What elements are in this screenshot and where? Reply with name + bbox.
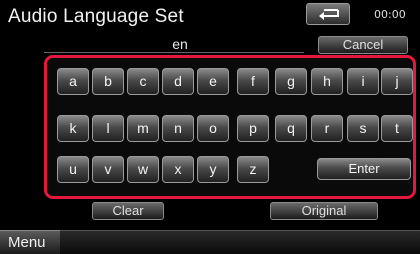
key-l[interactable]: l — [92, 115, 124, 142]
key-q[interactable]: q — [275, 115, 307, 142]
key-n[interactable]: n — [162, 115, 194, 142]
key-r[interactable]: r — [311, 115, 343, 142]
enter-button[interactable]: Enter — [317, 158, 411, 180]
key-k[interactable]: k — [57, 115, 89, 142]
footer-bar — [60, 230, 420, 254]
key-a[interactable]: a — [57, 68, 89, 95]
key-z[interactable]: z — [237, 156, 269, 183]
return-arrow-icon — [319, 9, 339, 20]
key-y[interactable]: y — [197, 156, 229, 183]
key-v[interactable]: v — [92, 156, 124, 183]
page-title: Audio Language Set — [8, 6, 184, 27]
key-u[interactable]: u — [57, 156, 89, 183]
key-b[interactable]: b — [92, 68, 124, 95]
clear-button[interactable]: Clear — [92, 202, 164, 220]
menu-button[interactable]: Menu — [0, 230, 60, 254]
audio-language-set-screen: Audio Language Set 00:00 en Cancel a b c… — [0, 0, 420, 254]
cancel-button[interactable]: Cancel — [318, 36, 408, 54]
key-o[interactable]: o — [197, 115, 229, 142]
key-m[interactable]: m — [127, 115, 159, 142]
key-h[interactable]: h — [311, 68, 343, 95]
keyboard: a b c d e f g h i j k l m n o p q r s t … — [44, 55, 416, 199]
key-j[interactable]: j — [381, 68, 413, 95]
input-underline — [44, 52, 304, 53]
key-w[interactable]: w — [127, 156, 159, 183]
key-i[interactable]: i — [347, 68, 379, 95]
original-button[interactable]: Original — [270, 202, 378, 220]
key-d[interactable]: d — [162, 68, 194, 95]
key-f[interactable]: f — [237, 68, 269, 95]
key-e[interactable]: e — [197, 68, 229, 95]
key-s[interactable]: s — [347, 115, 379, 142]
back-button[interactable] — [306, 3, 350, 25]
key-t[interactable]: t — [381, 115, 413, 142]
key-c[interactable]: c — [127, 68, 159, 95]
language-code-input: en — [172, 36, 188, 52]
key-g[interactable]: g — [275, 68, 307, 95]
key-x[interactable]: x — [162, 156, 194, 183]
clock: 00:00 — [374, 8, 406, 21]
key-p[interactable]: p — [237, 115, 269, 142]
